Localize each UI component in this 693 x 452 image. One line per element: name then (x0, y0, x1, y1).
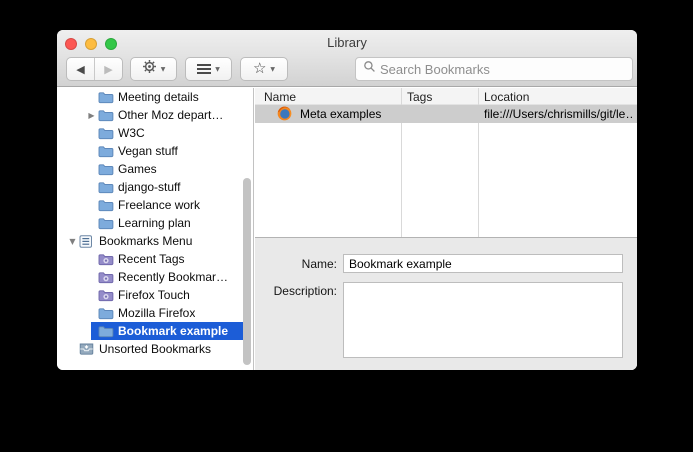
disclosure-expanded-icon[interactable]: ▼ (66, 237, 79, 246)
back-button[interactable]: ◀ (67, 58, 95, 80)
import-backup-menu-button[interactable]: ☆ ▼ (240, 57, 288, 81)
search-field[interactable] (355, 57, 633, 81)
sidebar-item[interactable]: Games (57, 160, 253, 178)
folder-icon (98, 91, 118, 104)
description-field-label: Description: (273, 284, 337, 298)
sidebar-item[interactable]: Unsorted Bookmarks (57, 340, 253, 358)
bookmark-name-input[interactable] (343, 254, 623, 273)
unsorted-icon (79, 343, 99, 355)
sidebar-item-label: Bookmark example (118, 324, 229, 338)
sidebar-item-label: Recent Tags (118, 252, 185, 266)
sidebar-item-label: Recently Bookmar… (118, 270, 229, 284)
list-view-icon (197, 64, 212, 74)
main-panel: Name Tags Location Meta examples file:///Us… (255, 88, 637, 370)
import-backup-star-icon: ☆ (252, 58, 267, 77)
sidebar-item[interactable]: Bookmark example (57, 322, 253, 340)
search-icon (363, 60, 376, 78)
column-header-name[interactable]: Name (264, 90, 296, 104)
sidebar-item-label: W3C (118, 126, 145, 140)
sidebar-folder-tree: Meeting details ▶ Other Moz depart… W3C Vega… (57, 88, 253, 358)
folder-icon (98, 127, 118, 140)
gear-icon (142, 59, 157, 79)
name-field-label: Name: (301, 257, 337, 271)
column-header-tags[interactable]: Tags (407, 90, 432, 104)
bookmark-row-location: file:///Users/chrismills/git/le… (484, 107, 633, 121)
sidebar-item-label: Games (118, 162, 157, 176)
organize-menu-button[interactable]: ▼ (130, 57, 177, 81)
chevron-down-icon: ▼ (160, 65, 166, 73)
search-input[interactable] (380, 61, 625, 77)
sidebar-item[interactable]: Recently Bookmar… (57, 268, 253, 286)
smart-folder-icon (98, 253, 118, 266)
bookmark-detail-panel: Name: Description: (255, 237, 637, 370)
folder-icon (98, 163, 118, 176)
chevron-down-icon: ▼ (270, 65, 276, 73)
sidebar-item-label: Firefox Touch (118, 288, 190, 302)
sidebar-item-label: Bookmarks Menu (99, 234, 193, 248)
folder-icon (98, 217, 118, 230)
bookmark-row-name: Meta examples (300, 107, 382, 121)
sidebar-item[interactable]: Freelance work (57, 196, 253, 214)
sidebar-item[interactable]: ▼ Bookmarks Menu (57, 232, 253, 250)
bookmark-description-input[interactable] (343, 282, 623, 358)
sidebar-item[interactable]: Meeting details (57, 88, 253, 106)
history-nav-segment: ◀ ▶ (66, 57, 123, 81)
sidebar-item[interactable]: django-stuff (57, 178, 253, 196)
disclosure-collapsed-icon[interactable]: ▶ (85, 111, 98, 120)
sidebar-item[interactable]: Learning plan (57, 214, 253, 232)
column-header-location[interactable]: Location (484, 90, 529, 104)
sidebar-item-label: Other Moz depart… (118, 108, 224, 122)
sidebar-item[interactable]: Vegan stuff (57, 142, 253, 160)
sidebar-item[interactable]: Mozilla Firefox (57, 304, 253, 322)
sidebar: Meeting details ▶ Other Moz depart… W3C Vega… (57, 88, 254, 370)
folder-icon (98, 109, 118, 122)
bookmarks-menu-icon (79, 234, 99, 248)
sidebar-item[interactable]: Recent Tags (57, 250, 253, 268)
sidebar-item-label: Vegan stuff (118, 144, 178, 158)
chevron-down-icon: ▼ (215, 65, 220, 73)
titlebar-toolbar: Library ◀ ▶ ▼ ▼ ☆ ▼ (57, 30, 637, 87)
sidebar-item[interactable]: ▶ Other Moz depart… (57, 106, 253, 124)
sidebar-item-label: Freelance work (118, 198, 201, 212)
sidebar-item-label: Meeting details (118, 90, 199, 104)
folder-icon (98, 325, 118, 338)
folder-icon (98, 181, 118, 194)
sidebar-item-label: Learning plan (118, 216, 191, 230)
smart-folder-icon (98, 289, 118, 302)
bookmark-row[interactable]: Meta examples file:///Users/chrismills/gi… (255, 105, 637, 123)
sidebar-item-label: Mozilla Firefox (118, 306, 196, 320)
sidebar-scrollbar-thumb[interactable] (243, 178, 251, 365)
folder-icon (98, 307, 118, 320)
folder-icon (98, 199, 118, 212)
list-column-headers: Name Tags Location (255, 88, 637, 105)
window-title: Library (327, 35, 367, 50)
forward-button[interactable]: ▶ (95, 58, 122, 80)
library-window: Library ◀ ▶ ▼ ▼ ☆ ▼ Search Bookmarks Mee… (57, 30, 637, 370)
firefox-icon (277, 106, 292, 126)
views-menu-button[interactable]: ▼ (185, 57, 232, 81)
sidebar-item-label: django-stuff (118, 180, 181, 194)
sidebar-item[interactable]: Firefox Touch (57, 286, 253, 304)
sidebar-item-label: Unsorted Bookmarks (99, 342, 212, 356)
smart-folder-icon (98, 271, 118, 284)
folder-icon (98, 145, 118, 158)
sidebar-item[interactable]: W3C (57, 124, 253, 142)
